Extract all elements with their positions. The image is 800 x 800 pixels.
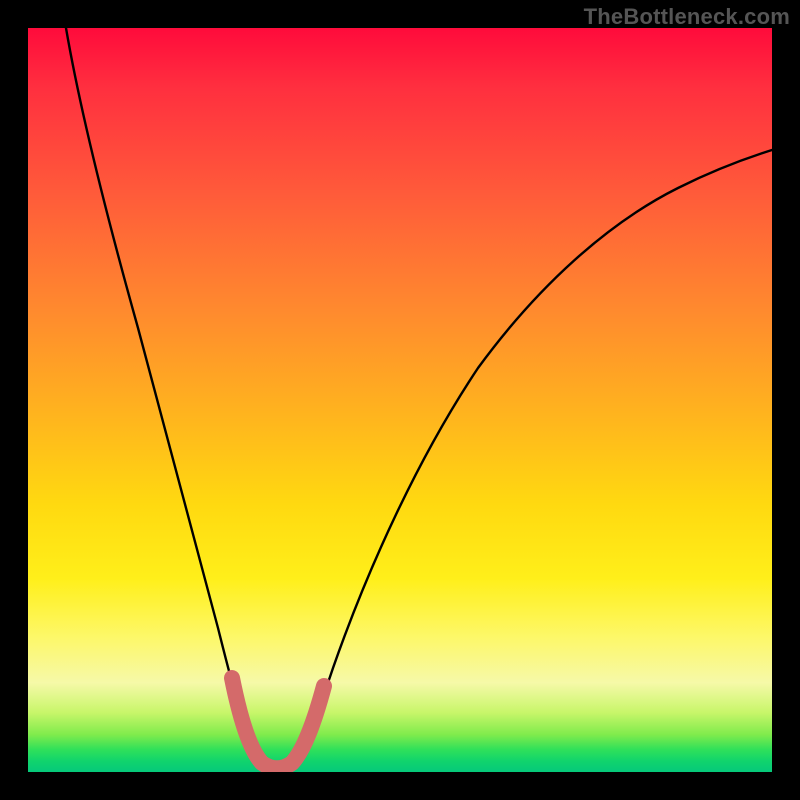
watermark-text: TheBottleneck.com [584, 4, 790, 30]
bottleneck-curve [66, 28, 772, 771]
chart-svg [28, 28, 772, 772]
highlight-segment [232, 678, 324, 768]
chart-frame: TheBottleneck.com [0, 0, 800, 800]
